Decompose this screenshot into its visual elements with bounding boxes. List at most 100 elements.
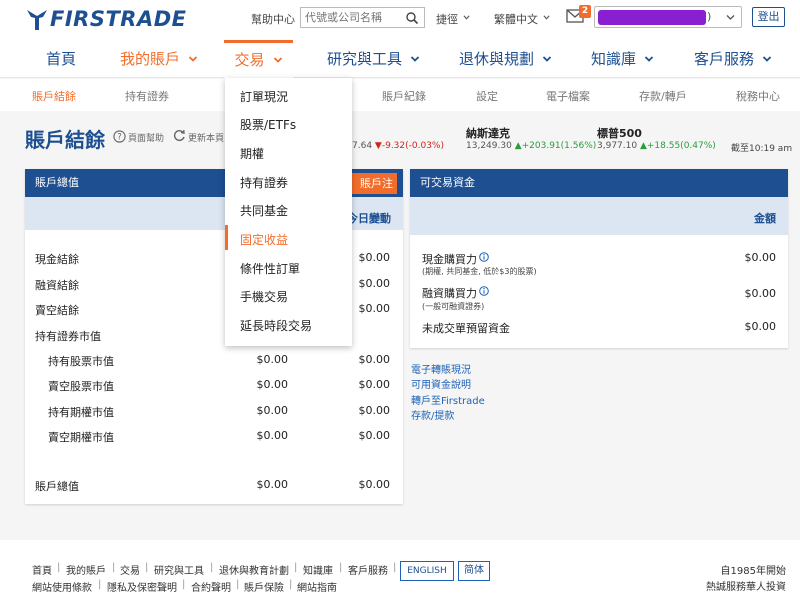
info-icon[interactable] [479,286,489,296]
nav-retirement[interactable]: 退休與規劃 [459,40,552,78]
menu-item-extended-hours[interactable]: 延長時段交易 [240,317,312,334]
index-sp500-change: ▲+18.55(0.47%) [639,141,716,151]
menu-item-fixed-income[interactable]: 固定收益 [240,231,288,248]
row-change: $0.00 [358,353,391,366]
menu-item-mobile-trading[interactable]: 手機交易 [240,288,288,305]
info-icon[interactable] [479,252,489,262]
row-label: 賣空期權市值 [48,431,114,444]
subnav-positions[interactable]: 持有證券 [125,88,169,104]
amount-heading: 金額 [754,212,776,225]
row-label: 賣空股票市值 [48,380,114,393]
fund-account-button[interactable]: 賬戶注資 [351,173,397,211]
footer-separator: | [182,579,186,590]
ach-status-link[interactable]: 電子轉賬現況 [411,361,471,376]
index-sp500-name: 標普500 [597,127,642,140]
nav-service-label: 客戶服務 [694,50,755,68]
footer-link-service[interactable]: 客戶服務 [348,562,388,577]
footer-link-privacy[interactable]: 隱私及保密聲明 [107,579,177,594]
search-icon[interactable] [405,11,419,25]
footer-link-research[interactable]: 研究與工具 [154,562,204,577]
footer-link-retirement[interactable]: 退休與教育計劃 [219,562,289,577]
subnav-history[interactable]: 賬戶紀錄 [382,88,426,104]
nav-my-account[interactable]: 我的賬戶 [120,40,198,78]
menu-item-positions[interactable]: 持有證券 [240,174,288,191]
subnav-balances[interactable]: 賬戶結餘 [32,88,76,104]
nav-service[interactable]: 客戶服務 [694,40,772,78]
chevron-down-icon [543,15,550,20]
search-input[interactable] [305,10,405,25]
row-value: $0.00 [256,353,289,366]
refresh-link[interactable]: 更新本頁 [188,131,224,144]
row-label: 現金購買力 [422,253,477,266]
row-value: $0.00 [744,251,777,264]
footer-link-site-guide[interactable]: 網站指南 [297,579,337,594]
svg-text:?: ? [117,133,122,143]
row-value: $0.00 [256,378,289,391]
subnav-tax[interactable]: 稅務中心 [736,88,780,104]
footer-link-account-protection[interactable]: 賬戶保險 [244,579,284,594]
menu-item-conditional-orders[interactable]: 條件性訂單 [240,260,300,277]
footer-separator: | [294,562,298,573]
page-help-link[interactable]: 頁面幫助 [128,131,164,144]
nav-home[interactable]: 首頁 [46,40,76,78]
logout-button[interactable]: 登出 [752,7,785,27]
footer-separator: | [289,579,293,590]
symbol-search[interactable] [300,7,425,28]
logo-text: FIRSTRADE [50,7,187,31]
row-change: $0.00 [358,251,391,264]
row-label: 未成交單預留資金 [422,322,510,335]
footer-link-home[interactable]: 首頁 [32,562,52,577]
tradable-funds-panel: 可交易資金 金額 現金購買力 (期權, 共同基金, 低於$3的股票) $0.00… [410,169,788,348]
row-label: 現金結餘 [35,253,79,266]
row-note: (期權, 共同基金, 低於$3的股票) [422,267,537,276]
row-change-total: $0.00 [358,478,391,491]
tradable-funds-column-header: 金額 [410,197,788,235]
firstrade-logo[interactable]: FIRSTRADE [26,5,186,33]
account-selector[interactable]: ) [594,6,742,28]
row-value: $0.00 [256,404,289,417]
footer: 首頁 | 我的賬戶 | 交易 | 研究與工具 | 退休與教育計劃 | 知識庫 |… [0,540,800,598]
menu-item-mutual-funds[interactable]: 共同基金 [240,202,288,219]
chevron-down-icon [410,56,420,62]
footer-link-knowledge[interactable]: 知識庫 [303,562,333,577]
language-english-button[interactable]: ENGLISH [400,561,454,581]
margin-buying-power: 融資購買力 [422,285,489,301]
page-title: 賬戶結餘 [25,128,105,152]
nav-knowledge[interactable]: 知識庫 [591,40,654,78]
subnav-transfers[interactable]: 存款/轉戶 [639,88,687,104]
tradable-funds-header: 可交易資金 [410,169,788,197]
nav-retirement-label: 退休與規劃 [459,50,535,68]
menu-item-stocks-etfs[interactable]: 股票/ETFs [240,116,296,133]
row-note: (一般可融資證券) [422,302,485,311]
footer-separator: | [57,562,61,573]
subnav-documents[interactable]: 電子檔案 [546,88,590,104]
menu-item-options[interactable]: 期權 [240,145,264,162]
transfer-to-firstrade-link[interactable]: 轉戶至Firstrade [411,392,485,407]
trade-dropdown-menu: 訂單現況 股票/ETFs 期權 持有證券 共同基金 固定收益 條件性訂單 手機交… [225,78,352,346]
footer-link-my-account[interactable]: 我的賬戶 [66,562,106,577]
chevron-down-icon [726,15,735,20]
footer-link-trade[interactable]: 交易 [120,562,140,577]
language-simplified-button[interactable]: 简体 [458,561,490,581]
nav-knowledge-label: 知識庫 [591,50,637,68]
help-icon[interactable]: ? [113,130,126,143]
help-center-link[interactable]: 幫助中心 [251,11,295,27]
language-label: 繁體中文 [494,13,538,26]
subnav-settings[interactable]: 設定 [476,88,498,104]
nav-my-account-label: 我的賬戶 [120,50,181,68]
row-change: $0.00 [358,277,391,290]
menu-item-order-status[interactable]: 訂單現況 [240,88,288,105]
refresh-icon[interactable] [173,129,186,142]
nav-trade[interactable]: 交易 [224,40,293,78]
footer-link-terms[interactable]: 網站使用條款 [32,579,92,594]
available-funds-help-link[interactable]: 可用資金說明 [411,376,471,391]
footer-link-disclosures[interactable]: 合約聲明 [191,579,231,594]
quick-links-menu[interactable]: 捷徑 [436,11,470,27]
row-change: $0.00 [358,378,391,391]
account-sub-nav: 賬戶結餘 持有證券 賬戶紀錄 設定 電子檔案 存款/轉戶 稅務中心 [0,79,800,111]
footer-separator: | [236,579,240,590]
index-nasdaq-name: 納斯達克 [466,127,510,140]
deposit-withdraw-link[interactable]: 存款/提款 [411,407,454,422]
language-menu[interactable]: 繁體中文 [494,11,550,27]
nav-research[interactable]: 研究與工具 [327,40,420,78]
